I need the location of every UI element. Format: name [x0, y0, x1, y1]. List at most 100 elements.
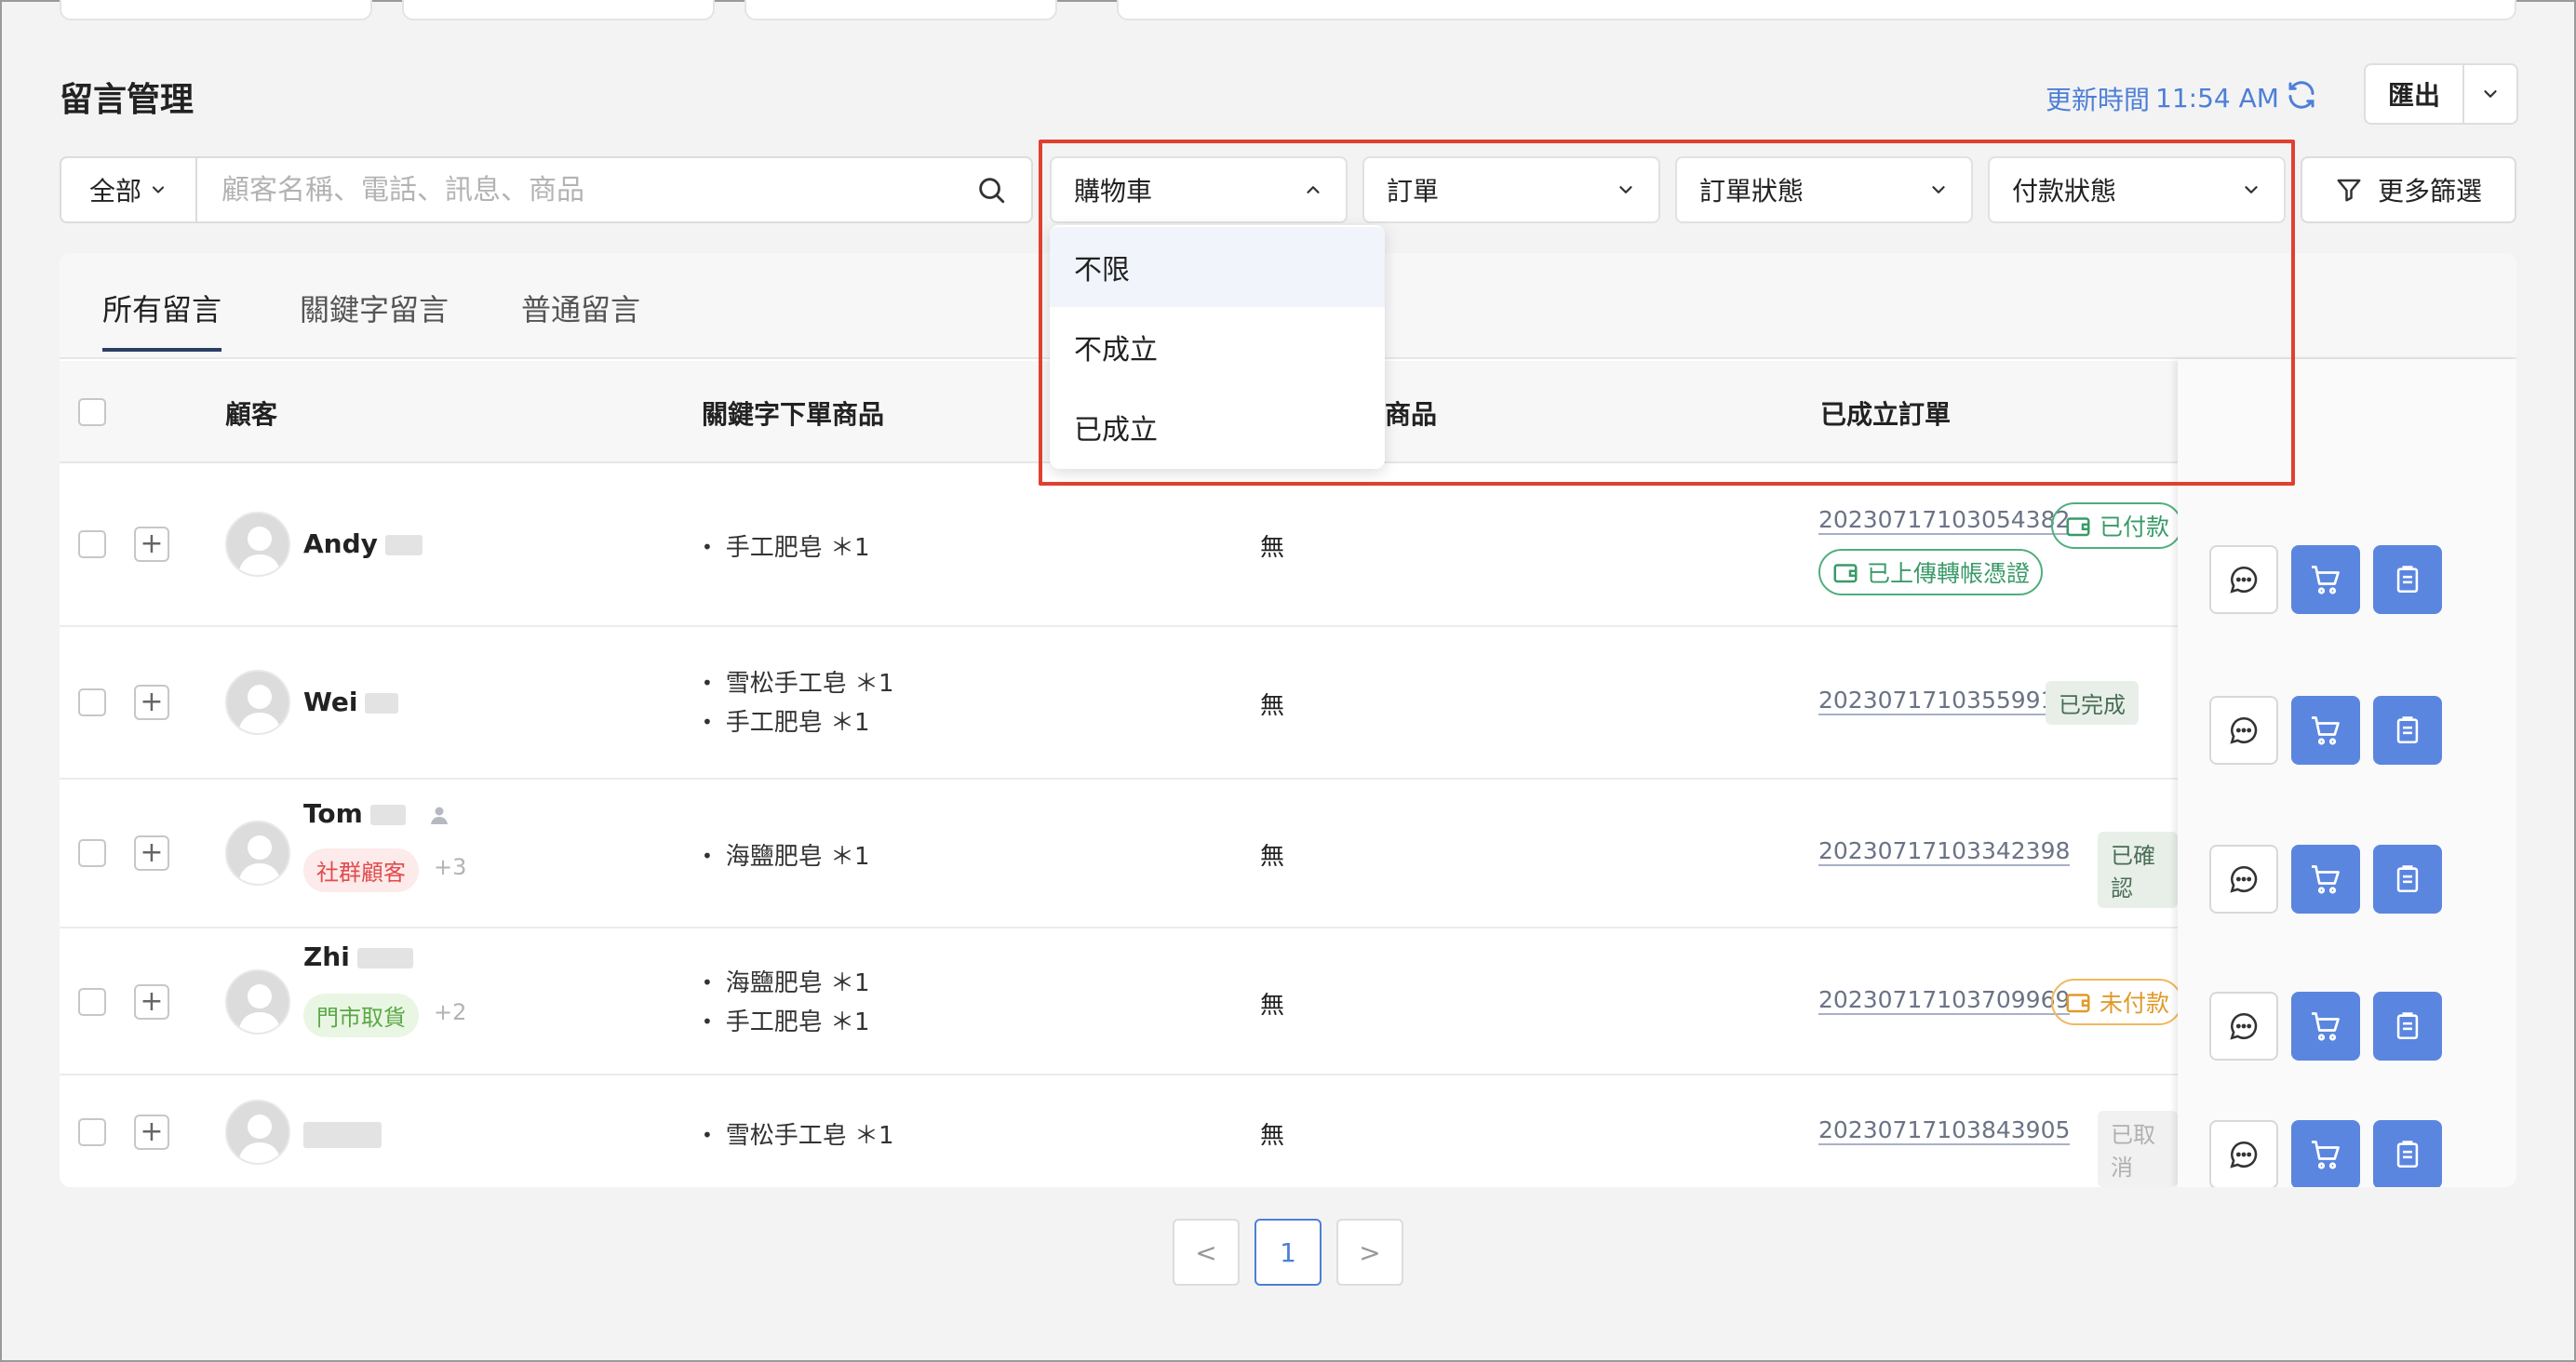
filter-payment-status[interactable]: 付款狀態 [1988, 156, 2286, 223]
order-detail-button[interactable] [2373, 845, 2442, 914]
customer-name[interactable]: Wei [303, 687, 399, 717]
cart-icon [2312, 566, 2340, 594]
chevron-down-icon[interactable] [2464, 84, 2516, 104]
more-filters-button[interactable]: 更多篩選 [2301, 156, 2516, 223]
redacted-text [369, 805, 406, 825]
wallet-icon [2066, 517, 2090, 537]
order-detail-button[interactable] [2373, 992, 2442, 1061]
reply-button[interactable] [2209, 545, 2278, 614]
reply-button[interactable] [2209, 992, 2278, 1061]
cart-icon [2312, 716, 2340, 745]
transfer-proof-badge: 已上傳轉帳憑證 [1818, 549, 2044, 595]
cart-button[interactable] [2291, 845, 2360, 914]
payment-status-badge: 未付款 [2051, 979, 2183, 1025]
cart-button[interactable] [2291, 545, 2360, 614]
keyword-product-item: 手工肥皂 ＊1 [702, 1003, 870, 1037]
avatar [225, 1100, 290, 1165]
avatar [225, 969, 290, 1035]
other-products-value: 無 [1260, 534, 1285, 562]
filter-order-status-label: 訂單狀態 [1699, 176, 1805, 207]
row-checkbox[interactable] [78, 1118, 106, 1146]
order-number-link[interactable]: 20230717103054382 [1818, 506, 2071, 535]
expand-icon[interactable]: + [134, 527, 169, 562]
order-detail-button[interactable] [2373, 696, 2442, 765]
order-status-badge: 已取消 [2098, 1111, 2178, 1187]
export-button[interactable]: 匯出 [2364, 63, 2518, 125]
row-checkbox[interactable] [78, 530, 106, 558]
row-checkbox[interactable] [78, 688, 106, 716]
tab-all-comments[interactable]: 所有留言 [102, 287, 222, 352]
clipboard-icon [2396, 566, 2419, 594]
redacted-text [303, 1122, 382, 1148]
select-all-checkbox[interactable] [78, 398, 106, 426]
dropdown-option-established[interactable]: 已成立 [1050, 387, 1385, 467]
filter-cart[interactable]: 購物車 [1050, 156, 1348, 223]
order-number-link[interactable]: 20230717103709969 [1818, 986, 2071, 1015]
cart-button[interactable] [2291, 696, 2360, 765]
table-row[interactable]: + Wei 雪松手工皂 ＊1 手工肥皂 ＊1 無 202307171035599… [60, 627, 2178, 780]
expand-icon[interactable]: + [134, 685, 169, 720]
user-icon [430, 807, 448, 824]
chat-icon [2230, 1141, 2258, 1168]
expand-icon[interactable]: + [134, 835, 169, 871]
refresh-icon[interactable] [2285, 78, 2318, 118]
keyword-product-item: 手工肥皂 ＊1 [702, 703, 870, 738]
more-filters-label: 更多篩選 [2377, 176, 2482, 207]
page-button[interactable]: 1 [1254, 1219, 1322, 1286]
clipboard-icon [2396, 716, 2419, 744]
expand-icon[interactable]: + [134, 1115, 169, 1150]
dropdown-option-unlimited[interactable]: 不限 [1050, 227, 1385, 307]
cart-icon [2312, 1141, 2340, 1169]
customer-name[interactable]: Andy [303, 528, 423, 559]
chevron-up-icon [1307, 186, 1320, 194]
search-scope-select[interactable]: 全部 [60, 156, 197, 223]
keyword-product-item: 海鹽肥皂 ＊1 [702, 837, 870, 872]
other-products-value: 無 [1260, 692, 1285, 720]
filter-order[interactable]: 訂單 [1362, 156, 1660, 223]
chevron-down-icon [152, 186, 165, 194]
next-page-button[interactable]: > [1336, 1219, 1403, 1286]
order-number-link[interactable]: 20230717103559915 [1818, 687, 2071, 715]
filter-order-status[interactable]: 訂單狀態 [1675, 156, 1973, 223]
customer-name[interactable]: Zhi [303, 941, 413, 972]
more-tags-count[interactable]: +2 [434, 999, 466, 1025]
table-row[interactable]: + Andy 手工肥皂 ＊1 無 20230717103054382 已付款 已… [60, 463, 2183, 627]
summary-card [60, 0, 372, 20]
wallet-icon [2066, 994, 2090, 1013]
reply-button[interactable] [2209, 1120, 2278, 1187]
reply-button[interactable] [2209, 845, 2278, 914]
search-input[interactable] [221, 173, 966, 207]
tab-normal-comments[interactable]: 普通留言 [521, 287, 640, 329]
other-products-value: 無 [1260, 992, 1285, 1020]
table-row[interactable]: + Zhi 門市取貨 +2 海鹽肥皂 ＊1 手工肥皂 ＊1 無 20230717… [60, 928, 2183, 1075]
updated-time[interactable]: 更新時間 11:54 AM [2046, 78, 2318, 118]
dropdown-option-not-established[interactable]: 不成立 [1050, 307, 1385, 387]
customer-name[interactable]: Tom [303, 798, 450, 829]
search-scope-label: 全部 [88, 176, 141, 207]
payment-status-badge: 已付款 [2051, 502, 2183, 549]
prev-page-button[interactable]: < [1173, 1219, 1240, 1286]
clipboard-icon [2396, 1012, 2419, 1040]
row-checkbox[interactable] [78, 988, 106, 1016]
order-number-link[interactable]: 20230717103843905 [1818, 1116, 2071, 1145]
export-label[interactable]: 匯出 [2366, 65, 2464, 123]
order-number-link[interactable]: 20230717103342398 [1818, 837, 2071, 866]
table-row[interactable]: + 雪松手工皂 ＊1 無 20230717103843905 已取消 [60, 1075, 2178, 1187]
expand-icon[interactable]: + [134, 984, 169, 1020]
table-row[interactable]: + Tom 社群顧客 +3 海鹽肥皂 ＊1 無 2023071710334239… [60, 780, 2178, 928]
col-orders: 已成立訂單 [1820, 399, 1952, 430]
tab-keyword-comments[interactable]: 關鍵字留言 [300, 287, 449, 329]
col-other-products: 商品 [1385, 399, 1438, 430]
order-detail-button[interactable] [2373, 545, 2442, 614]
cart-button[interactable] [2291, 992, 2360, 1061]
chevron-down-icon [1619, 186, 1632, 194]
order-detail-button[interactable] [2373, 1120, 2442, 1187]
summary-card [1117, 0, 2516, 20]
row-checkbox[interactable] [78, 839, 106, 867]
customer-name[interactable] [296, 1118, 382, 1149]
search-icon[interactable] [975, 174, 1007, 206]
cart-button[interactable] [2291, 1120, 2360, 1187]
reply-button[interactable] [2209, 696, 2278, 765]
more-tags-count[interactable]: +3 [434, 854, 466, 880]
chat-icon [2230, 1012, 2258, 1040]
